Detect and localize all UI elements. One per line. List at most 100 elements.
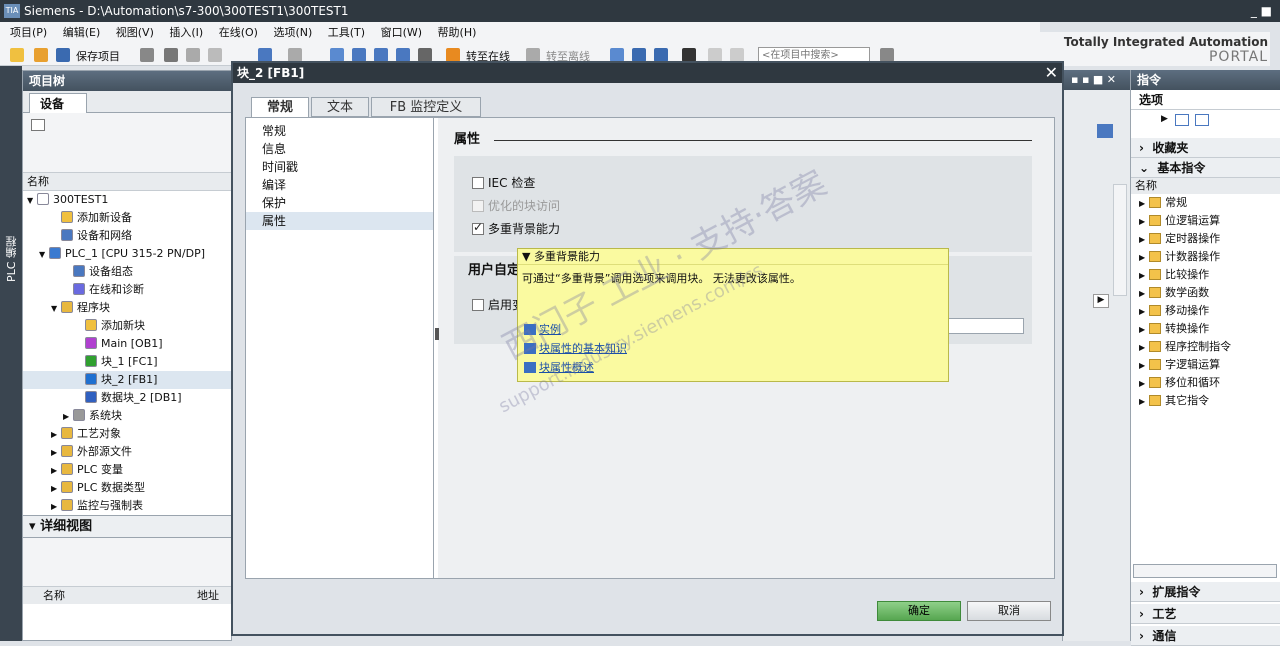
menu-help[interactable]: 帮助(H)	[438, 26, 477, 39]
tab-general[interactable]: 常规	[251, 97, 309, 117]
tree-item[interactable]: 块_1 [FC1]	[23, 353, 231, 371]
tree-expand-icon[interactable]: ▼	[27, 192, 37, 210]
tree-expand-icon[interactable]: ▶	[51, 498, 61, 516]
tree-item[interactable]: ▼ PLC_1 [CPU 315-2 PN/DP]	[23, 245, 231, 263]
search-icon[interactable]	[880, 48, 894, 62]
splitter-handle[interactable]	[435, 328, 439, 340]
undo-icon[interactable]	[258, 48, 272, 62]
tree-item[interactable]: 添加新块	[23, 317, 231, 335]
tree-item[interactable]: ▶ 监控与强制表	[23, 497, 231, 515]
simulate-icon[interactable]	[396, 48, 410, 62]
grid-view-icon[interactable]	[1195, 114, 1209, 126]
menu-tools[interactable]: 工具(T)	[328, 26, 365, 39]
tree-item[interactable]: ▶ PLC 数据类型	[23, 479, 231, 497]
horizontal-scrollbar[interactable]	[1133, 564, 1277, 578]
ok-button[interactable]: 确定	[877, 601, 961, 621]
favorites-section[interactable]: › 收藏夹	[1131, 138, 1280, 158]
cancel-button[interactable]: 取消	[967, 601, 1051, 621]
folder-expand-icon[interactable]: ▶	[1139, 217, 1145, 226]
instruction-folder[interactable]: ▶ 其它指令	[1131, 392, 1280, 410]
basic-instructions-section[interactable]: ⌄ 基本指令	[1131, 158, 1280, 178]
tree-item[interactable]: ▼ 程序块	[23, 299, 231, 317]
multi-instance-checkbox[interactable]	[472, 220, 484, 235]
tree-expand-icon[interactable]: ▶	[63, 408, 73, 426]
folder-expand-icon[interactable]: ▶	[1139, 343, 1145, 352]
detail-view-header[interactable]: ▾ 详细视图	[23, 516, 231, 538]
instruction-folder[interactable]: ▶ 比较操作	[1131, 266, 1280, 284]
scroll-right-button[interactable]: ▶	[1093, 294, 1109, 308]
open-project-icon[interactable]	[34, 48, 48, 62]
stop-icon[interactable]	[418, 48, 432, 62]
accessible-devices-icon[interactable]	[610, 48, 624, 62]
multi-instance-option[interactable]: 多重背景能力	[472, 220, 560, 237]
tree-item[interactable]: 块_2 [FB1]	[23, 371, 231, 389]
nav-general[interactable]: 常规	[246, 122, 433, 140]
menu-insert[interactable]: 插入(I)	[169, 26, 203, 39]
iec-check-option[interactable]: IEC 检查	[472, 174, 535, 191]
nav-timestamp[interactable]: 时间戳	[246, 158, 433, 176]
print-icon[interactable]	[140, 48, 154, 62]
options-section[interactable]: 选项	[1131, 90, 1280, 110]
folder-expand-icon[interactable]: ▶	[1139, 361, 1145, 370]
tree-view-icon[interactable]	[31, 119, 45, 131]
folder-expand-icon[interactable]: ▶	[1139, 379, 1145, 388]
save-icon[interactable]	[56, 48, 70, 62]
cross-ref-icon[interactable]	[632, 48, 646, 62]
tree-item[interactable]: 设备和网络	[23, 227, 231, 245]
window-controls[interactable]: _ ■	[1251, 0, 1272, 22]
instruction-folder[interactable]: ▶ 程序控制指令	[1131, 338, 1280, 356]
split-editor-icon[interactable]	[654, 48, 668, 62]
enable-checkbox[interactable]	[472, 299, 484, 311]
copy-icon[interactable]	[186, 48, 200, 62]
go-offline-icon[interactable]	[526, 48, 540, 62]
folder-expand-icon[interactable]: ▶	[1139, 289, 1145, 298]
menu-options[interactable]: 选项(N)	[273, 26, 312, 39]
tree-expand-icon[interactable]: ▶	[51, 426, 61, 444]
tree-expand-icon[interactable]: ▶	[51, 462, 61, 480]
iec-checkbox[interactable]	[472, 177, 484, 189]
instruction-folder[interactable]: ▶ 常规	[1131, 194, 1280, 212]
tree-item[interactable]: ▶ PLC 变量	[23, 461, 231, 479]
go-online-icon[interactable]	[446, 48, 460, 62]
tree-item[interactable]: 添加新设备	[23, 209, 231, 227]
tree-expand-icon[interactable]: ▶	[51, 480, 61, 498]
instruction-folder[interactable]: ▶ 计数器操作	[1131, 248, 1280, 266]
upload-icon[interactable]	[374, 48, 388, 62]
nav-compile[interactable]: 编译	[246, 176, 433, 194]
vertical-scrollbar[interactable]	[1113, 184, 1127, 296]
menu-window[interactable]: 窗口(W)	[381, 26, 422, 39]
menu-online[interactable]: 在线(O)	[219, 26, 258, 39]
editor-window-controls[interactable]: ▪ ▪ ■ ✕	[1063, 70, 1130, 90]
options-expand-icon[interactable]: ▶	[1161, 114, 1168, 124]
instruction-folder[interactable]: ▶ 移动操作	[1131, 302, 1280, 320]
close-editor-icon[interactable]	[682, 48, 696, 62]
list-view-icon[interactable]	[1175, 114, 1189, 126]
split-horizontal-icon[interactable]	[708, 48, 722, 62]
tree-item[interactable]: Main [OB1]	[23, 335, 231, 353]
menu-project[interactable]: 项目(P)	[10, 26, 47, 39]
instruction-folder[interactable]: ▶ 位逻辑运算	[1131, 212, 1280, 230]
instruction-folder[interactable]: ▶ 定时器操作	[1131, 230, 1280, 248]
plc-programming-side-tab[interactable]: PLC 编程	[0, 66, 22, 641]
tree-item[interactable]: ▶ 工艺对象	[23, 425, 231, 443]
folder-expand-icon[interactable]: ▶	[1139, 271, 1145, 280]
tree-item[interactable]: 数据块_2 [DB1]	[23, 389, 231, 407]
nav-protection[interactable]: 保护	[246, 194, 433, 212]
paste-icon[interactable]	[208, 48, 222, 62]
tree-expand-icon[interactable]: ▼	[39, 246, 49, 264]
tab-text[interactable]: 文本	[311, 97, 369, 117]
dialog-close-button[interactable]: ✕	[1045, 63, 1058, 83]
redo-icon[interactable]	[288, 48, 302, 62]
folder-expand-icon[interactable]: ▶	[1139, 235, 1145, 244]
menu-edit[interactable]: 编辑(E)	[63, 26, 101, 39]
tab-devices[interactable]: 设备	[29, 93, 87, 113]
view-switch-icon[interactable]	[1097, 124, 1113, 138]
instruction-folder[interactable]: ▶ 转换操作	[1131, 320, 1280, 338]
instruction-folder[interactable]: ▶ 移位和循环	[1131, 374, 1280, 392]
split-vertical-icon[interactable]	[730, 48, 744, 62]
instruction-folder[interactable]: ▶ 字逻辑运算	[1131, 356, 1280, 374]
cut-icon[interactable]	[164, 48, 178, 62]
folder-expand-icon[interactable]: ▶	[1139, 325, 1145, 334]
nav-attributes[interactable]: 属性	[246, 212, 433, 230]
tab-fb-monitor[interactable]: FB 监控定义	[371, 97, 481, 117]
